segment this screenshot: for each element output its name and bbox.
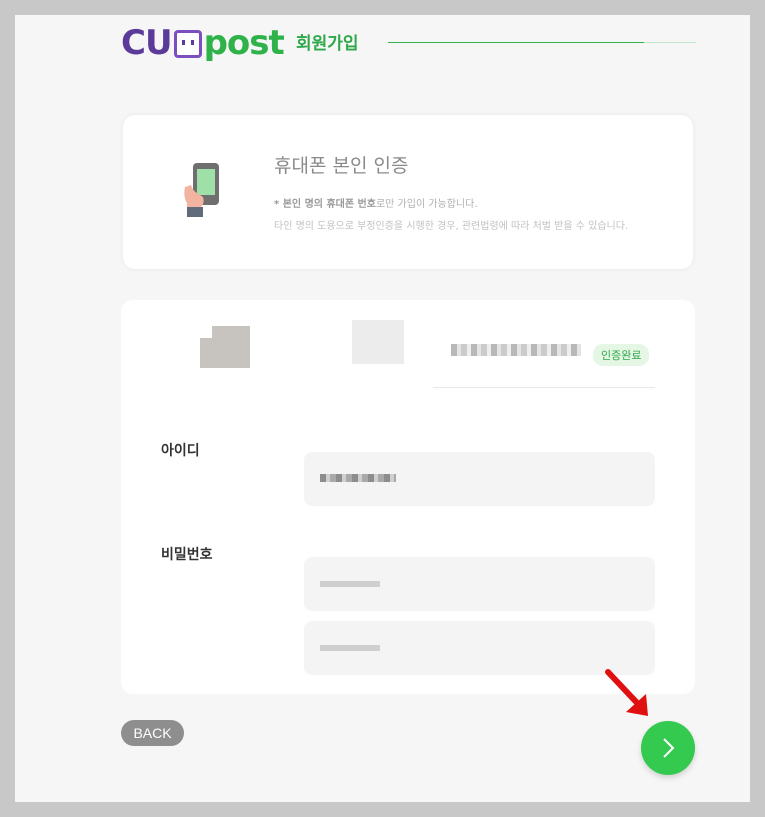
verified-badge: 인증완료 (593, 344, 650, 366)
masked-password (320, 581, 380, 587)
verification-warning: 타인 명의 도용으로 부정인증을 시행한 경우, 관련법령에 따라 처벌 받을 … (274, 221, 629, 232)
signup-page: CU post 회원가입 휴대폰 본인 인증 * 본인 명의 휴대폰 번호로만 … (15, 15, 750, 802)
phone-verification-card: 휴대폰 본인 인증 * 본인 명의 휴대폰 번호로만 가입이 가능합니다. 타인… (123, 115, 693, 269)
verification-note-bold: * 본인 명의 휴대폰 번호 (274, 199, 376, 210)
page-title: 회원가입 (296, 34, 359, 54)
redacted-id-value (320, 474, 396, 482)
phone-hand-icon (184, 163, 219, 217)
redacted-phone-number (451, 344, 581, 356)
password-label: 비밀번호 (161, 547, 213, 563)
password-confirm-input[interactable] (304, 621, 655, 675)
verification-title: 휴대폰 본인 인증 (274, 155, 409, 177)
progress-line (388, 42, 644, 43)
chevron-right-icon (663, 738, 675, 758)
phone-underline (433, 387, 655, 388)
masked-password-confirm (320, 645, 380, 651)
verification-note: * 본인 명의 휴대폰 번호로만 가입이 가능합니다. (274, 195, 478, 210)
red-arrow-icon (605, 669, 648, 716)
progress-line-remaining (644, 42, 696, 43)
redacted-field (352, 320, 404, 364)
logo-cu-text: CU (121, 23, 173, 63)
logo-post-text: post (203, 23, 285, 63)
logo-box-icon (173, 30, 202, 58)
id-label: 아이디 (161, 443, 200, 459)
redacted-name-corner (200, 326, 212, 338)
back-button[interactable]: BACK (121, 720, 184, 746)
password-input[interactable] (304, 557, 655, 611)
cupost-logo[interactable]: CU post (121, 21, 285, 65)
signup-form-card: 인증완료 아이디 비밀번호 (121, 300, 695, 694)
next-button[interactable] (641, 721, 695, 775)
verification-note-rest: 로만 가입이 가능합니다. (375, 199, 478, 210)
id-input[interactable] (304, 452, 655, 506)
